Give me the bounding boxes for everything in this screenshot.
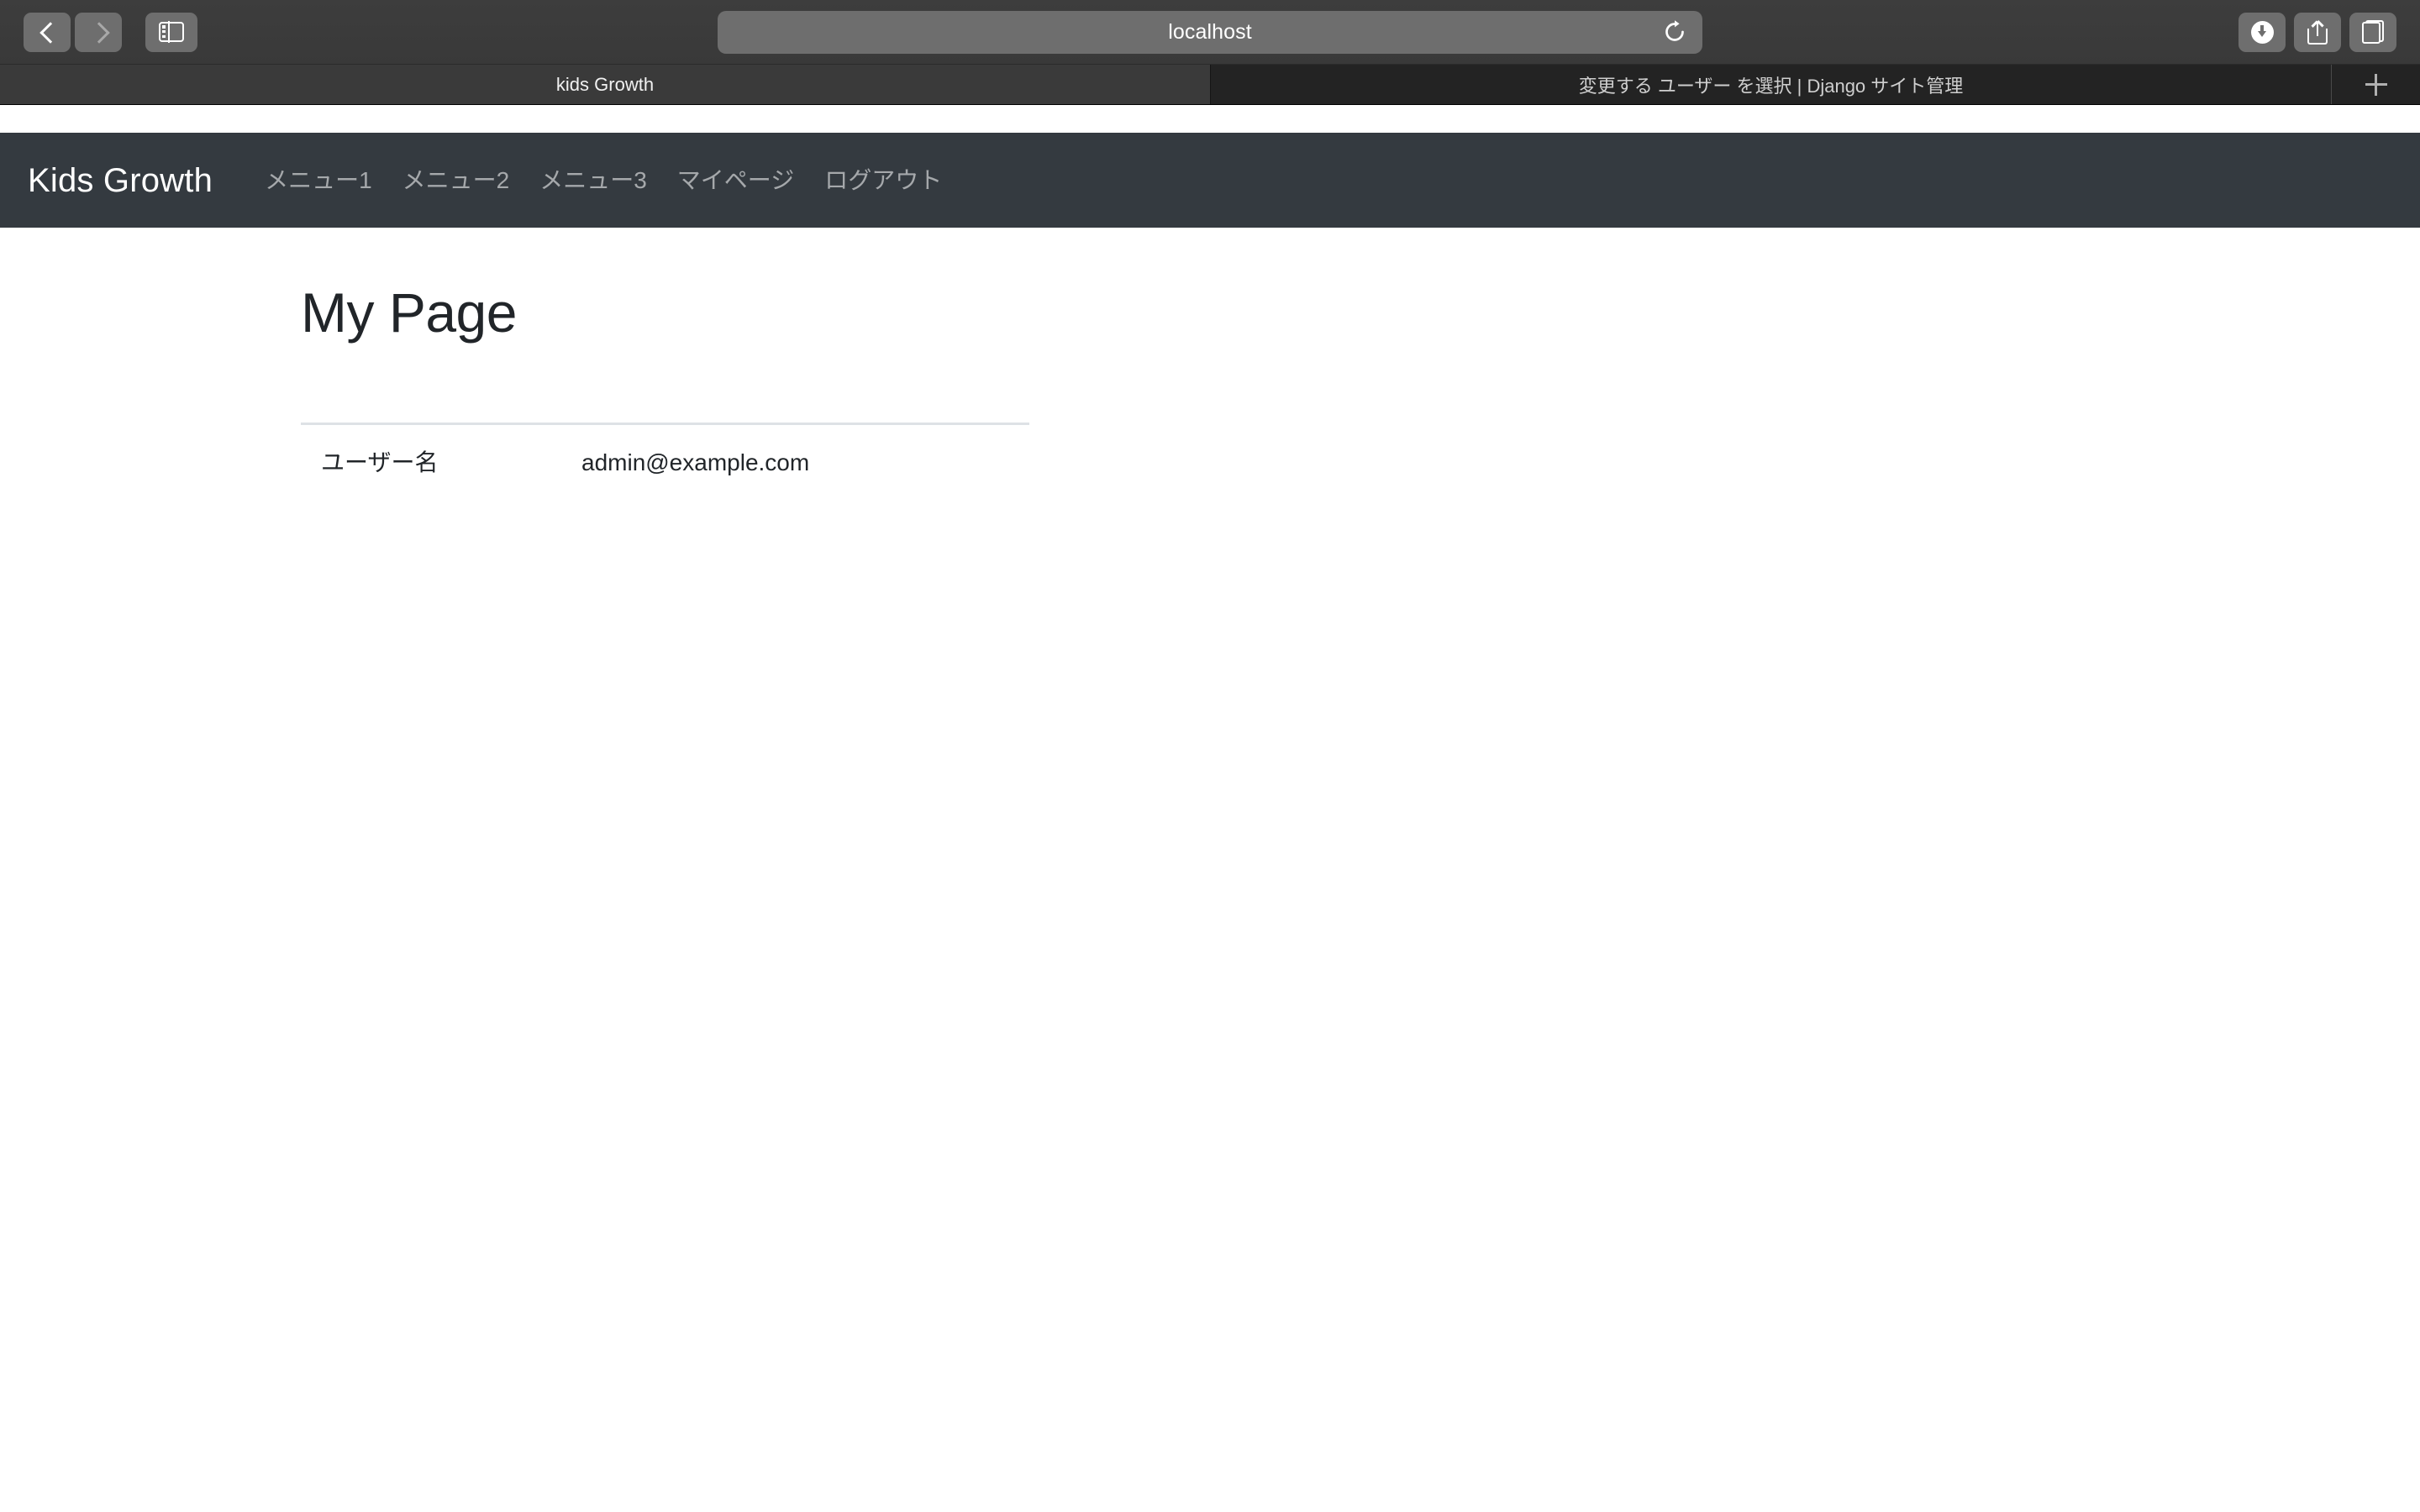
browser-toolbar: localhost: [0, 0, 2420, 65]
nav-item-mypage: マイページ: [662, 167, 809, 193]
address-bar[interactable]: localhost: [718, 10, 1702, 54]
tab-overview-button[interactable]: [2349, 12, 2396, 52]
chevron-right-icon: [92, 19, 106, 45]
nav-link-menu-3[interactable]: メニュー3: [524, 167, 662, 193]
site-navbar: Kids Growth メニュー1 メニュー2 メニュー3 マイページ ログアウ…: [0, 133, 2420, 228]
downloads-button[interactable]: [2238, 12, 2286, 52]
url-text: localhost: [1168, 19, 1252, 44]
page-top-spacer: [0, 105, 2420, 133]
nav-item-logout: ログアウト: [809, 167, 957, 193]
browser-chrome: localhost kids Growth 変更する ユーザー を選択 | Dj…: [0, 0, 2420, 105]
browser-tab-1[interactable]: kids Growth: [0, 65, 1210, 104]
sidebar-toggle-button[interactable]: [145, 12, 197, 52]
table-cell-value-username: admin@example.com: [581, 449, 810, 475]
page-title: My Page: [301, 281, 517, 344]
nav-item-menu-1: メニュー1: [250, 167, 387, 193]
navbar-brand[interactable]: Kids Growth: [28, 164, 213, 197]
chevron-left-icon: [40, 19, 55, 45]
browser-tab-2-title: 変更する ユーザー を選択 | Django サイト管理: [1578, 75, 1964, 97]
share-icon: [2307, 19, 2328, 45]
user-info-table: ユーザー名 admin@example.com: [301, 423, 1029, 501]
navbar-links: メニュー1 メニュー2 メニュー3 マイページ ログアウト: [250, 167, 957, 193]
new-tab-button[interactable]: [2331, 65, 2420, 104]
table-row: ユーザー名 admin@example.com: [301, 423, 1029, 501]
reload-icon: [1665, 20, 1684, 41]
nav-link-menu-2[interactable]: メニュー2: [387, 167, 525, 193]
table-cell-label-username: ユーザー名: [321, 449, 439, 475]
nav-item-menu-2: メニュー2: [387, 167, 525, 193]
user-info-table-body: ユーザー名 admin@example.com: [301, 423, 1029, 501]
downloads-icon: [2250, 20, 2274, 44]
plus-icon: [2365, 73, 2387, 96]
nav-link-logout[interactable]: ログアウト: [809, 167, 957, 193]
main-content: My Page ユーザー名 admin@example.com: [0, 228, 2420, 501]
nav-item-menu-3: メニュー3: [524, 167, 662, 193]
tab-bar: kids Growth 変更する ユーザー を選択 | Django サイト管理: [0, 65, 2420, 105]
reload-button[interactable]: [1659, 16, 1691, 48]
browser-tab-2[interactable]: 変更する ユーザー を選択 | Django サイト管理: [1210, 65, 2331, 104]
back-button[interactable]: [24, 12, 71, 52]
web-page: Kids Growth メニュー1 メニュー2 メニュー3 マイページ ログアウ…: [0, 105, 2420, 1511]
navigation-buttons: [24, 12, 122, 52]
sidebar-toggle-icon: [159, 21, 184, 43]
toolbar-right-group: [2238, 12, 2396, 52]
share-button[interactable]: [2294, 12, 2341, 52]
nav-link-mypage[interactable]: マイページ: [662, 167, 809, 193]
browser-tab-1-title: kids Growth: [555, 73, 655, 95]
forward-button[interactable]: [75, 12, 122, 52]
nav-link-menu-1[interactable]: メニュー1: [250, 167, 387, 193]
tab-overview-icon: [2362, 20, 2384, 44]
sidebar-dots: [162, 25, 166, 38]
